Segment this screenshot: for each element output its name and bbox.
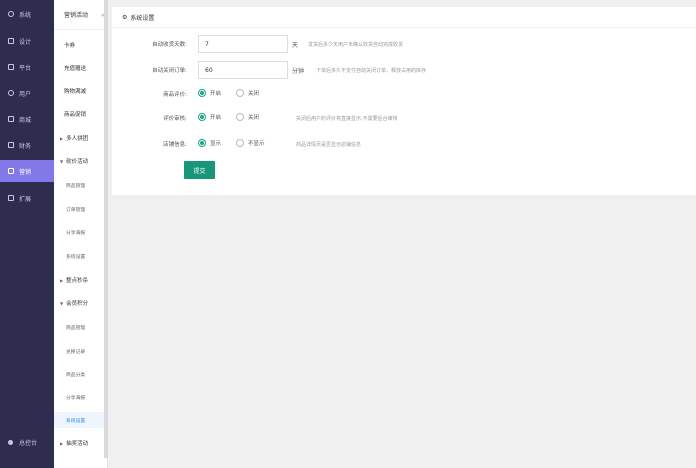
goods-comment-label: 商品评价: — [163, 92, 187, 98]
goods-comment-off-radio[interactable]: 关闭 — [236, 89, 259, 97]
nav-item-label: 营销 — [19, 168, 32, 176]
submenu-sub-jifen-category[interactable]: 商品分类 — [54, 366, 104, 382]
radio-checked-icon — [198, 113, 206, 121]
auto-close-unit: 分钟 — [292, 68, 305, 75]
submenu-group-jifen[interactable]: ▼ 会员积分 — [54, 295, 104, 311]
nav-item-platform[interactable]: 平台 — [0, 56, 54, 78]
radio-label: 显示 — [210, 141, 222, 147]
nav-item-label: 用户 — [19, 90, 32, 98]
nav-item-shop[interactable]: 商城 — [0, 108, 54, 130]
submenu-sub-jifen-goods[interactable]: 商品管理 — [54, 319, 104, 335]
radio-label: 不显示 — [248, 141, 265, 147]
submenu-item-coupon[interactable]: 卡券 — [54, 37, 104, 53]
submenu-group-choujiang[interactable]: ▶ 抽奖活动 — [54, 435, 104, 451]
radio-unchecked-icon — [236, 113, 244, 121]
radio-label: 开启 — [210, 115, 222, 121]
submenu-item-recharge[interactable]: 充值赠送 — [54, 60, 104, 76]
caret-down-icon: ▼ — [60, 300, 64, 306]
auto-close-label: 自动关闭订单: — [152, 68, 187, 74]
shop-icon — [7, 116, 14, 123]
nav-item-finance[interactable]: 财务 — [0, 134, 54, 156]
submenu-title: 营销活动 — [54, 0, 104, 30]
submenu-sub-kanjia-orders[interactable]: 订单管理 — [54, 201, 104, 217]
submenu-group-label: 多人拼团 — [66, 136, 89, 142]
nav-item-label: 平台 — [19, 64, 32, 72]
console-icon — [7, 439, 14, 446]
submenu-item-fullcut[interactable]: 购物满减 — [54, 83, 104, 99]
auto-receive-input[interactable]: 7 — [198, 35, 288, 53]
caret-right-icon: ▶ — [60, 440, 64, 446]
submenu-group-kanjia[interactable]: ▼ 砍价活动 — [54, 153, 104, 169]
nav-item-label: 设计 — [19, 38, 32, 46]
nav-item-label: 系统 — [19, 11, 32, 19]
auto-receive-unit: 天 — [292, 42, 299, 49]
submenu-sub-jifen-settings[interactable]: 系统设置 — [54, 412, 104, 428]
goods-comment-on-radio[interactable]: 开启 — [198, 89, 221, 97]
radio-unchecked-icon — [236, 139, 244, 147]
user-icon — [7, 90, 14, 97]
settings-panel: ⚙ 系统设置 自动收货天数: 7 天 发货后多少天用户未确认收货自动完成收货 自… — [112, 7, 696, 195]
nav-item-system[interactable]: 系统 — [0, 3, 54, 25]
submenu-group-pintuan[interactable]: ▶ 多人拼团 — [54, 130, 104, 146]
nav-item-marketing[interactable]: 营销 — [0, 160, 54, 182]
submenu-sub-kanjia-poster[interactable]: 分享海报 — [54, 224, 104, 240]
radio-label: 关闭 — [248, 91, 260, 97]
submenu-group-label: 整点秒杀 — [66, 278, 89, 284]
caret-right-icon: ▶ — [60, 135, 64, 141]
shop-info-hint: 商品详情页是否显示店铺信息 — [296, 142, 362, 148]
auto-receive-label: 自动收货天数: — [152, 42, 187, 48]
gear-icon — [7, 11, 14, 18]
submenu-sub-jifen-records[interactable]: 兑换记录 — [54, 343, 104, 359]
shop-info-show-radio[interactable]: 显示 — [198, 139, 221, 147]
submenu-group-miaosha[interactable]: ▶ 整点秒杀 — [54, 272, 104, 288]
submenu-item-promotion[interactable]: 商品促销 — [54, 106, 104, 122]
caret-down-icon: ▼ — [60, 158, 64, 164]
nav-item-extend[interactable]: 扩展 — [0, 187, 54, 209]
submenu: 营销活动 « 卡券 充值赠送 购物满减 商品促销 ▶ 多人拼团 ▼ 砍价活动 商… — [54, 0, 108, 468]
auto-close-input[interactable]: 60 — [198, 61, 288, 79]
caret-right-icon: ▶ — [60, 277, 64, 283]
radio-checked-icon — [198, 89, 206, 97]
submenu-group-label: 会员积分 — [66, 301, 89, 307]
submenu-scrollbar[interactable] — [104, 0, 108, 458]
submit-button[interactable]: 提交 — [184, 161, 215, 179]
auto-receive-hint: 发货后多少天用户未确认收货自动完成收货 — [308, 42, 404, 48]
submenu-sub-kanjia-goods[interactable]: 商品管理 — [54, 177, 104, 193]
radio-checked-icon — [198, 139, 206, 147]
shop-info-hide-radio[interactable]: 不显示 — [236, 139, 265, 147]
nav-item-label: 财务 — [19, 142, 32, 150]
nav-item-design[interactable]: 设计 — [0, 30, 54, 52]
submenu-sub-kanjia-settings[interactable]: 系统设置 — [54, 248, 104, 264]
comment-audit-label: 评价审核: — [163, 116, 187, 122]
nav-item-label: 扩展 — [19, 195, 32, 203]
panel-title: 系统设置 — [130, 14, 155, 22]
main-nav: 系统 设计 平台 用户 商城 财务 营销 扩展 总控台 — [0, 0, 54, 468]
extend-icon — [7, 195, 14, 202]
comment-audit-on-radio[interactable]: 开启 — [198, 113, 221, 121]
nav-item-label: 总控台 — [19, 439, 38, 447]
radio-label: 关闭 — [248, 115, 260, 121]
comment-audit-hint: 关闭后用户的评价将直接显示,不需要后台审核 — [296, 116, 398, 122]
nav-item-user[interactable]: 用户 — [0, 82, 54, 104]
nav-item-console[interactable]: 总控台 — [0, 431, 54, 453]
panel-header: ⚙ 系统设置 — [112, 7, 696, 28]
finance-icon — [7, 142, 14, 149]
shop-info-label: 店铺信息: — [163, 142, 187, 148]
platform-icon — [7, 64, 14, 71]
submenu-group-label: 砍价活动 — [66, 159, 89, 165]
design-icon — [7, 38, 14, 45]
auto-close-hint: 下单后多久不支付自动关闭订单，释放占用的库存 — [316, 68, 427, 74]
radio-unchecked-icon — [236, 89, 244, 97]
submenu-group-label: 抽奖活动 — [66, 441, 89, 447]
nav-item-label: 商城 — [19, 116, 32, 124]
comment-audit-off-radio[interactable]: 关闭 — [236, 113, 259, 121]
submenu-sub-jifen-poster[interactable]: 分享海报 — [54, 389, 104, 405]
gear-icon: ⚙ — [122, 13, 128, 21]
radio-label: 开启 — [210, 91, 222, 97]
marketing-icon — [7, 168, 14, 175]
